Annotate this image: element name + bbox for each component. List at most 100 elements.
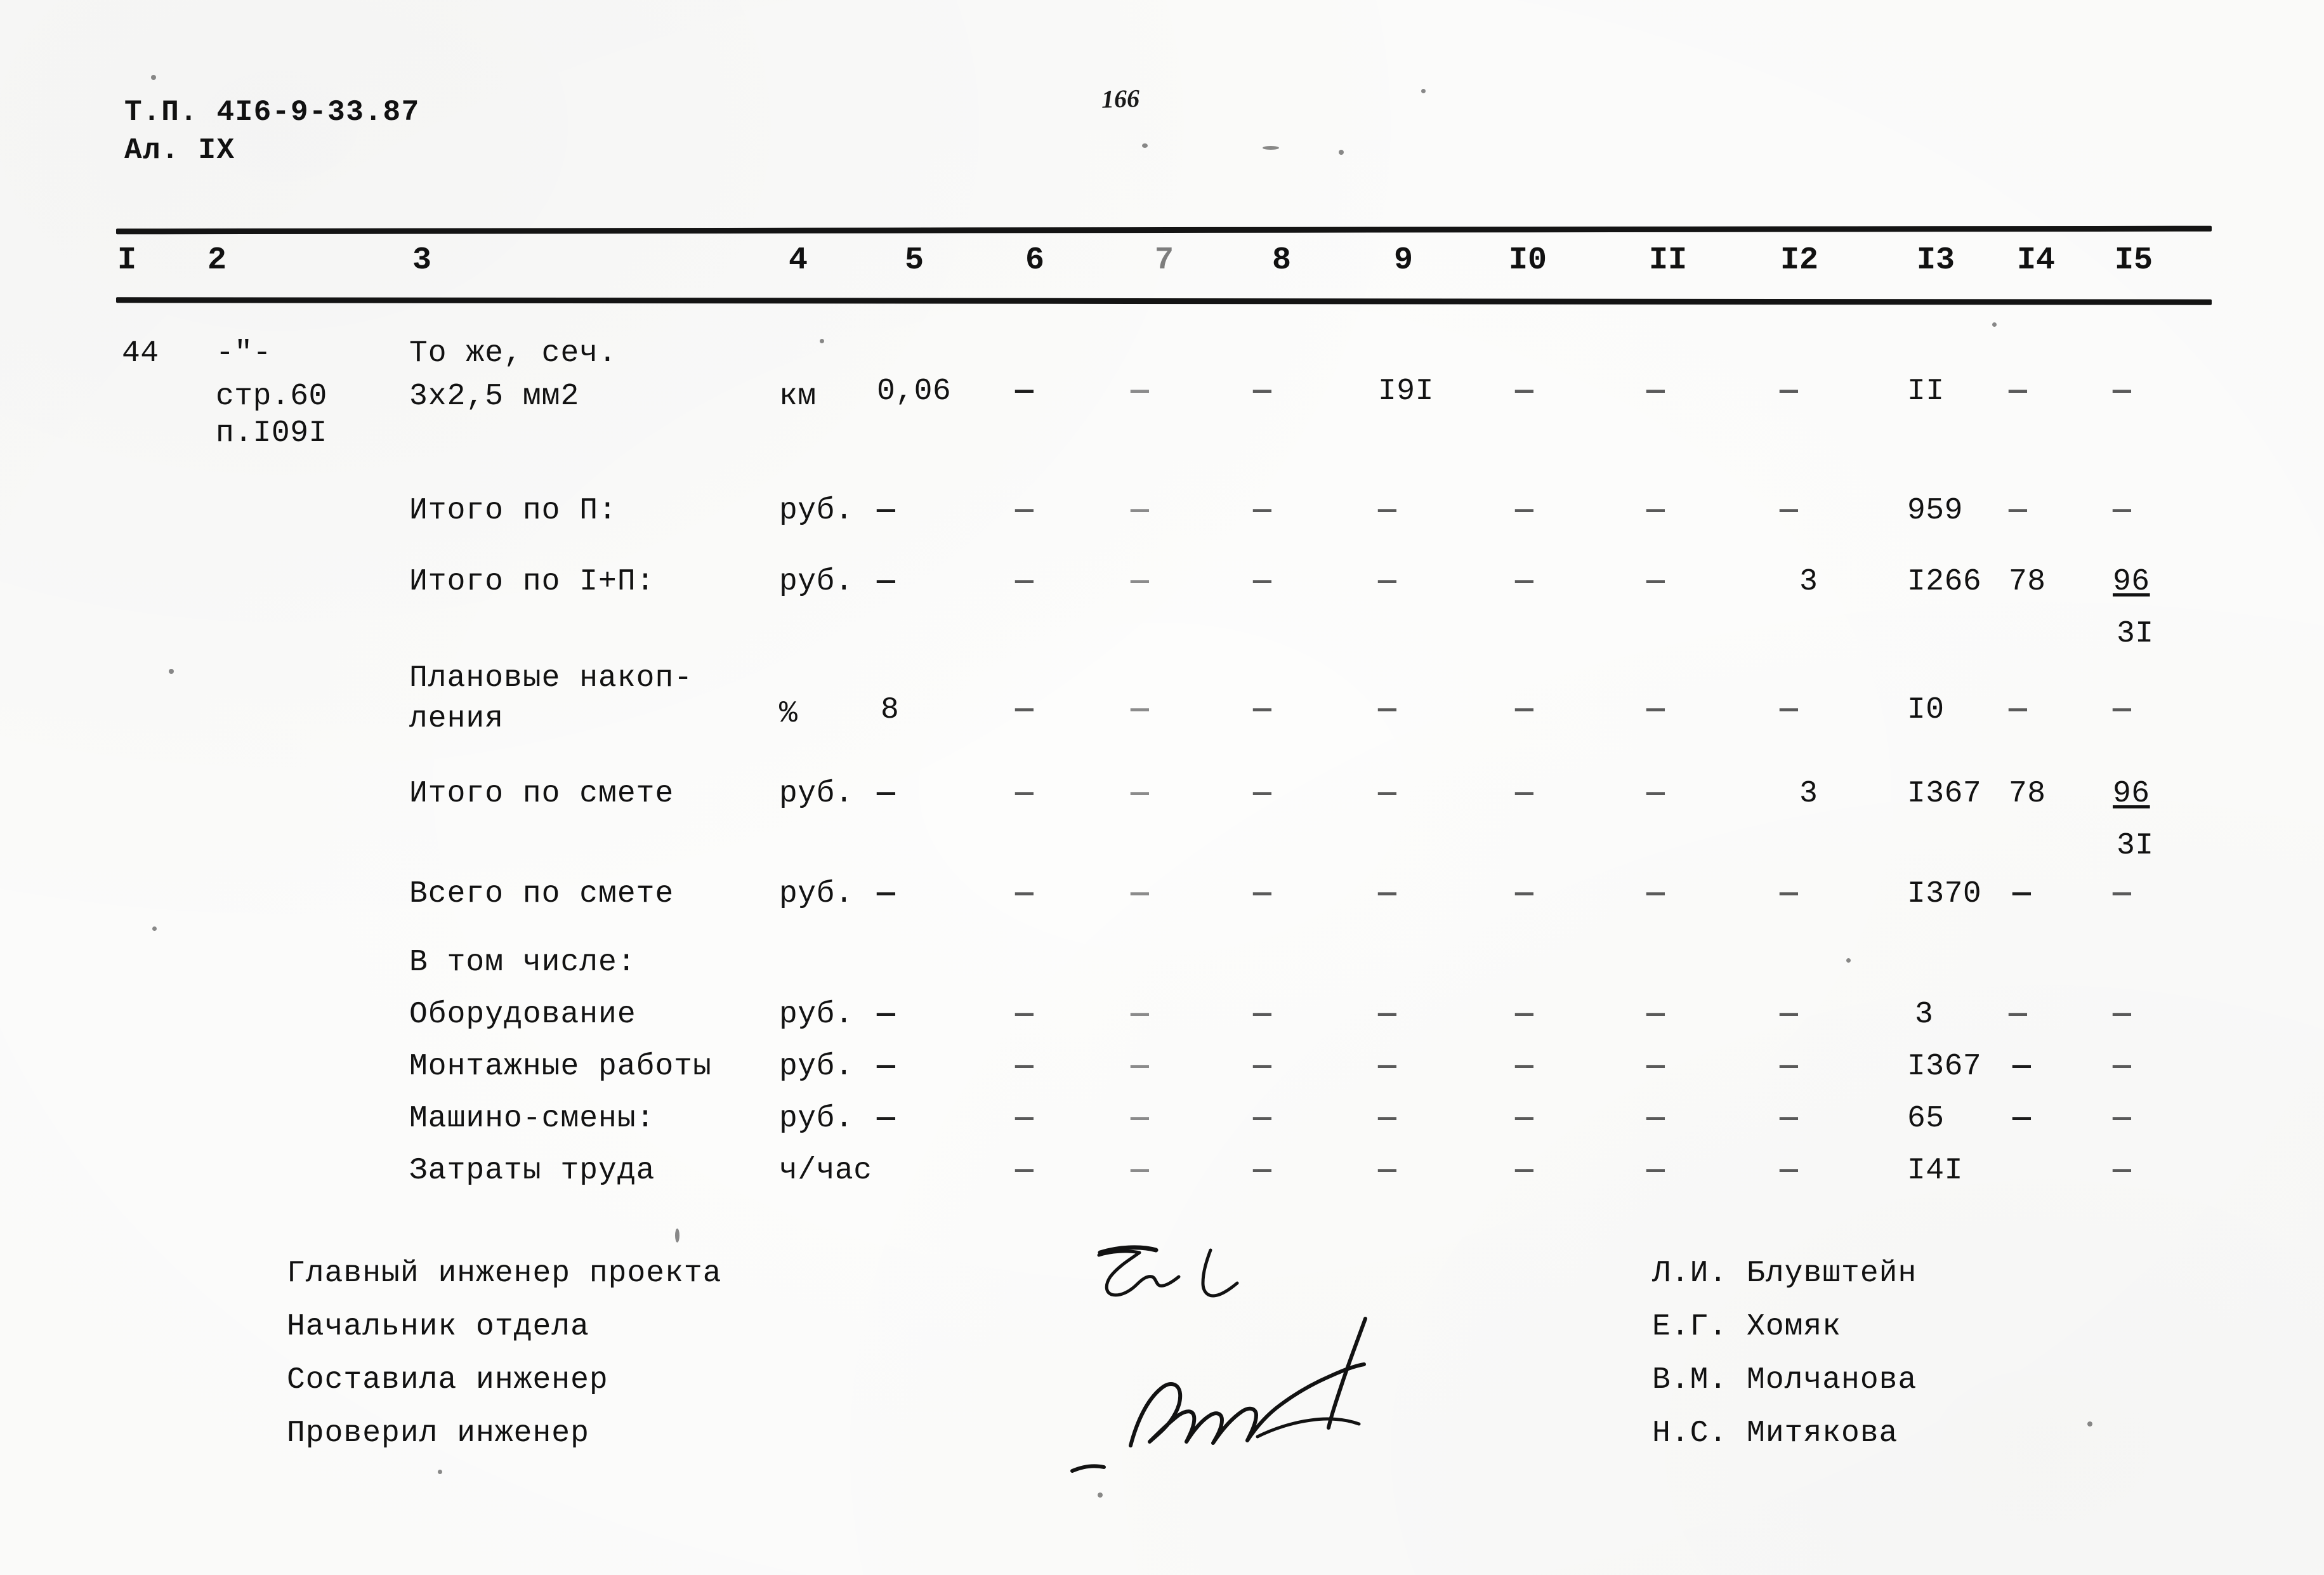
row-v-tom-chisle-label: В том числе: [409,946,636,980]
row-44-col-10: — [1515,374,1534,409]
row-44-col-9: I9I [1378,374,1434,409]
row-itogo-po-smete-col-6: — [1015,777,1034,811]
signature-name-compiled-engineer: В.М. Молчанова [1652,1363,1917,1397]
row-montazhnye-raboty-col-10: — [1515,1050,1534,1084]
row-montazhnye-raboty-col-4: руб. [779,1050,854,1084]
signature-name-checked-engineer: Н.С. Митякова [1652,1416,1898,1451]
row-44-col-2-line3: п.I09I [216,416,327,451]
row-oborudovanie-col-8: — [1253,998,1272,1032]
row-planovye-nakopleniya-col-10: — [1515,693,1534,727]
row-itogo-po-smete-col-4: руб. [779,777,854,811]
row-vsego-po-smete-col-11: — [1646,877,1665,911]
row-44-col-14: — [2009,374,2028,409]
row-itogo-po-smete-col-13: I367 [1907,777,1982,811]
row-itogo-1-plus-2-col-11: — [1646,565,1665,599]
row-44-col-7: — [1131,374,1150,409]
row-montazhnye-raboty-col-9: — [1378,1050,1397,1084]
row-44-col-2-line2: стр.60 [216,379,327,414]
row-itogo-2-col-13: 959 [1907,494,1963,528]
row-44-col-12: — [1780,374,1799,409]
row-montazhnye-raboty-col-12: — [1780,1050,1799,1084]
row-zatraty-truda-col-4: ч/час [779,1154,872,1188]
row-vsego-po-smete-col-10: — [1515,877,1534,911]
row-oborudovanie-col-10: — [1515,998,1534,1032]
row-itogo-1-plus-2-label: Итого по I+П: [409,565,655,599]
row-itogo-po-smete-col-9: — [1378,777,1397,811]
row-itogo-1-plus-2-col-5: — [877,565,896,599]
row-montazhnye-raboty-col-8: — [1253,1050,1272,1084]
row-itogo-po-smete-col-10: — [1515,777,1534,811]
row-zatraty-truda-col-7: — [1131,1154,1150,1188]
row-44-col-11: — [1646,374,1665,409]
row-itogo-1-plus-2-col-4: руб. [779,565,854,599]
row-vsego-po-smete-col-15: — [2113,877,2132,911]
row-itogo-2-col-4: руб. [779,494,854,528]
signature-role-department-head: Начальник отдела [287,1310,589,1344]
row-itogo-1-plus-2-col-14: 78 [2009,565,2046,599]
scanned-document-page: Т.П. 4I6-9-33.87 Ал. IX 166 I 2 3 4 5 6 … [0,0,2324,1575]
row-mashino-smeny-col-10: — [1515,1102,1534,1136]
row-planovye-nakopleniya-col-14: — [2009,693,2028,727]
row-44-col-3-line2: 3х2,5 мм2 [409,379,580,414]
row-mashino-smeny-label: Машино-смены: [409,1102,655,1136]
row-mashino-smeny-col-5: — [877,1102,896,1136]
row-zatraty-truda-col-15: — [2113,1154,2132,1188]
row-itogo-po-smete-label: Итого по смете [409,777,674,811]
row-itogo-2-col-14: — [2009,494,2028,528]
row-itogo-1-plus-2-col-12: 3 [1799,565,1818,599]
row-itogo-2-col-5: — [877,494,896,528]
row-mashino-smeny-col-12: — [1780,1102,1799,1136]
row-mashino-smeny-col-7: — [1131,1102,1150,1136]
row-itogo-1-plus-2-col-7: — [1131,565,1150,599]
row-oborudovanie-col-15: — [2113,998,2132,1032]
row-itogo-po-smete-col-5: — [877,777,896,811]
row-44-col-1: 44 [122,336,159,371]
row-vsego-po-smete-col-7: — [1131,877,1150,911]
row-44-col-15: — [2113,374,2132,409]
row-44-col-4: км [779,379,817,414]
row-vsego-po-smete-col-4: руб. [779,877,854,911]
row-mashino-smeny-col-14: — [2012,1102,2032,1136]
row-44-col-6: — [1015,374,1034,409]
row-itogo-1-plus-2-col-10: — [1515,565,1534,599]
row-itogo-1-plus-2-col-13: I266 [1907,565,1982,599]
signature-name-chief-engineer: Л.И. Блувштейн [1652,1256,1917,1291]
row-mashino-smeny-col-8: — [1253,1102,1272,1136]
row-itogo-2-col-6: — [1015,494,1034,528]
row-vsego-po-smete-col-12: — [1780,877,1799,911]
row-vsego-po-smete-col-5: — [877,877,896,911]
row-vsego-po-smete-col-6: — [1015,877,1034,911]
row-zatraty-truda-col-9: — [1378,1154,1397,1188]
row-44-col-13: II [1907,374,1945,409]
row-planovye-nakopleniya-col-9: — [1378,693,1397,727]
row-mashino-smeny-col-11: — [1646,1102,1665,1136]
row-itogo-po-smete-col-14: 78 [2009,777,2046,811]
row-planovye-nakopleniya-col-13: I0 [1907,693,1945,727]
row-zatraty-truda-col-6: — [1015,1154,1034,1188]
row-itogo-po-smete-col-15-numerator: 96 [2113,777,2150,811]
signature-name-department-head: Е.Г. Хомяк [1652,1310,1842,1344]
row-vsego-po-smete-col-9: — [1378,877,1397,911]
row-zatraty-truda-col-12: — [1780,1154,1799,1188]
row-44-col-8: — [1253,374,1272,409]
row-itogo-1-plus-2-col-6: — [1015,565,1034,599]
row-mashino-smeny-col-6: — [1015,1102,1034,1136]
row-montazhnye-raboty-col-5: — [877,1050,896,1084]
row-zatraty-truda-col-11: — [1646,1154,1665,1188]
row-montazhnye-raboty-col-6: — [1015,1050,1034,1084]
row-oborudovanie-label: Оборудование [409,998,636,1032]
row-planovye-nakopleniya-col-4: % [779,697,798,731]
row-oborudovanie-col-13: 3 [1915,998,1934,1032]
row-montazhnye-raboty-col-14: — [2012,1050,2032,1084]
row-planovye-nakopleniya-col-6: — [1015,693,1034,727]
signature-role-checked-engineer: Проверил инженер [287,1416,589,1451]
row-oborudovanie-col-14: — [2009,998,2028,1032]
row-oborudovanie-col-7: — [1131,998,1150,1032]
row-vsego-po-smete-col-8: — [1253,877,1272,911]
row-vsego-po-smete-label: Всего по смете [409,877,674,911]
row-itogo-po-smete-col-8: — [1253,777,1272,811]
row-itogo-po-smete-col-12: 3 [1799,777,1818,811]
row-itogo-2-col-8: — [1253,494,1272,528]
row-oborudovanie-col-9: — [1378,998,1397,1032]
row-montazhnye-raboty-col-11: — [1646,1050,1665,1084]
